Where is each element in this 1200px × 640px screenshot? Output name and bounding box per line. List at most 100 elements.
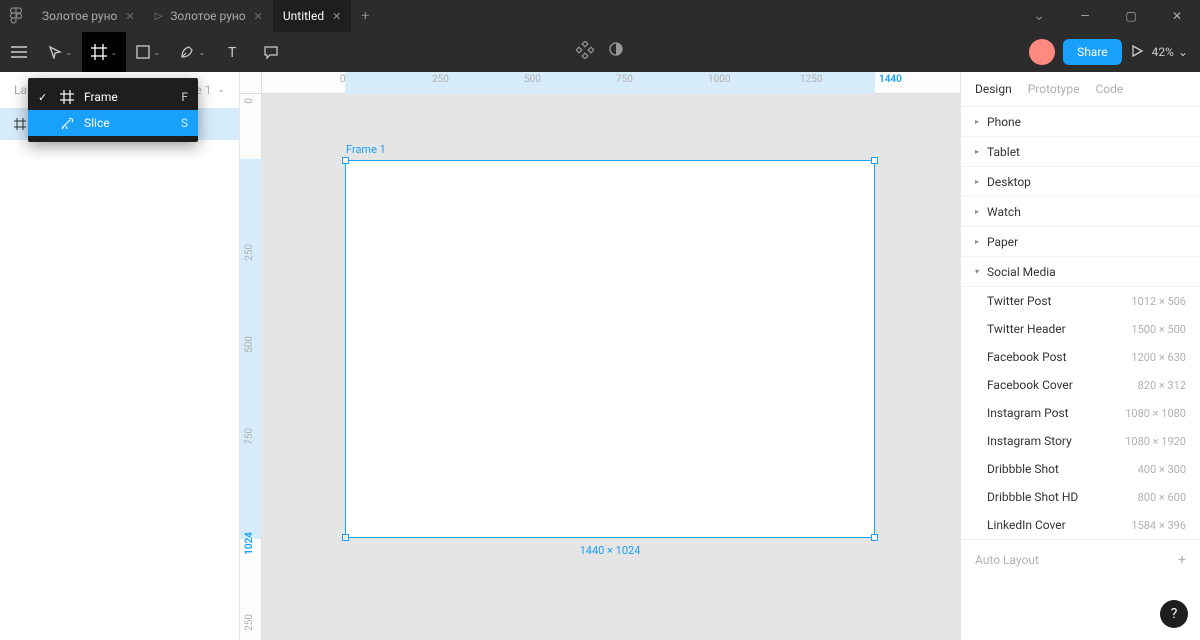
preset-item[interactable]: Dribbble Shot 400 × 300 <box>961 455 1200 483</box>
preset-name: Twitter Post <box>987 294 1051 308</box>
preset-dim: 1584 × 396 <box>1131 519 1186 532</box>
preset-name: LinkedIn Cover <box>987 518 1066 532</box>
resize-handle-nw[interactable] <box>342 157 349 164</box>
preset-section-label: Social Media <box>987 265 1056 279</box>
preset-name: Facebook Cover <box>987 378 1073 392</box>
toolbar: ⌄ ⌄ ⌄ ⌄ T Share 42% ⌄ <box>0 32 1200 72</box>
frame-tool[interactable]: ⌄ <box>82 32 126 72</box>
chevron-right-icon <box>975 147 979 156</box>
preset-section-paper[interactable]: Paper <box>961 227 1200 257</box>
add-icon[interactable]: + <box>1178 552 1186 568</box>
auto-layout-section[interactable]: Auto Layout + <box>961 539 1200 580</box>
mask-icon[interactable] <box>608 41 624 63</box>
preset-dim: 800 × 600 <box>1138 491 1186 504</box>
chevron-right-icon <box>975 117 979 126</box>
frame-1[interactable]: Frame 1 1440 × 1024 <box>345 160 875 538</box>
resize-handle-ne[interactable] <box>871 157 878 164</box>
check-icon: ✓ <box>38 91 50 104</box>
preset-dim: 1200 × 630 <box>1131 351 1186 364</box>
left-panel: La Page 1 ⌄ Frame 1 ✓ Frame F Slice S <box>0 72 240 640</box>
chevron-down-icon: ⌄ <box>217 85 225 95</box>
dropdown-item-slice[interactable]: Slice S <box>28 110 198 136</box>
present-button[interactable] <box>1130 43 1144 62</box>
chevron-down-icon: ⌄ <box>1178 45 1188 59</box>
tab-file-2[interactable]: ▷ Золотое руно ✕ <box>145 0 273 32</box>
preset-dim: 1012 × 506 <box>1131 295 1186 308</box>
preset-section-label: Tablet <box>987 145 1020 159</box>
close-icon[interactable]: ✕ <box>125 10 134 23</box>
minimize-button[interactable]: — <box>1062 0 1108 32</box>
help-button[interactable]: ? <box>1160 600 1188 628</box>
frame-tool-dropdown: ✓ Frame F Slice S <box>28 78 198 142</box>
tab-code[interactable]: Code <box>1095 82 1123 96</box>
close-icon[interactable]: ✕ <box>332 10 341 23</box>
comment-tool[interactable] <box>252 32 290 72</box>
ruler-horizontal: 0 250 500 750 1000 1250 1440 17 <box>262 72 960 94</box>
shape-tool[interactable]: ⌄ <box>126 32 170 72</box>
canvas[interactable]: 0 250 500 750 1000 1250 1440 17 0 250 50… <box>240 72 960 640</box>
dropdown-label: Frame <box>84 90 118 104</box>
frame-label[interactable]: Frame 1 <box>346 143 386 156</box>
chevron-right-icon <box>975 177 979 186</box>
tab-design[interactable]: Design <box>975 82 1012 96</box>
preset-section-label: Paper <box>987 235 1018 249</box>
resize-handle-se[interactable] <box>871 534 878 541</box>
ruler-corner <box>240 72 262 94</box>
preset-name: Twitter Header <box>987 322 1066 336</box>
preset-item[interactable]: Facebook Post 1200 × 630 <box>961 343 1200 371</box>
preset-section-label: Watch <box>987 205 1021 219</box>
tab-label: Золотое руно <box>170 9 245 23</box>
preset-section-phone[interactable]: Phone <box>961 107 1200 137</box>
text-tool[interactable]: T <box>214 32 252 72</box>
preset-dim: 400 × 300 <box>1138 463 1186 476</box>
figma-logo-icon[interactable] <box>0 7 32 25</box>
preset-section-label: Desktop <box>987 175 1031 189</box>
preset-item[interactable]: Twitter Header 1500 × 500 <box>961 315 1200 343</box>
tab-file-1[interactable]: Золотое руно ✕ <box>32 0 145 32</box>
main-menu-button[interactable] <box>0 32 38 72</box>
chevron-right-icon <box>975 237 979 246</box>
dropdown-item-frame[interactable]: ✓ Frame F <box>28 84 198 110</box>
close-icon[interactable]: ✕ <box>254 10 263 23</box>
preset-section-desktop[interactable]: Desktop <box>961 167 1200 197</box>
tab-prototype[interactable]: Prototype <box>1028 82 1080 96</box>
resize-handle-sw[interactable] <box>342 534 349 541</box>
panel-tab-hint: La <box>14 83 27 97</box>
window-dropdown[interactable]: ⌄ <box>1016 0 1062 32</box>
preset-section-watch[interactable]: Watch <box>961 197 1200 227</box>
preset-name: Dribbble Shot <box>987 462 1059 476</box>
new-tab-button[interactable]: + <box>351 8 379 24</box>
chevron-down-icon: ⌄ <box>111 48 118 57</box>
share-button[interactable]: Share <box>1063 39 1122 65</box>
preset-dim: 1500 × 500 <box>1131 323 1186 336</box>
avatar[interactable] <box>1029 39 1055 65</box>
move-tool[interactable]: ⌄ <box>38 32 82 72</box>
maximize-button[interactable]: ▢ <box>1108 0 1154 32</box>
preset-item[interactable]: Dribbble Shot HD800 × 600 <box>961 483 1200 511</box>
preset-section-label: Phone <box>987 115 1021 129</box>
tab-label: Untitled <box>283 9 324 23</box>
chevron-right-icon <box>975 207 979 216</box>
preset-item[interactable]: LinkedIn Cover 1584 × 396 <box>961 511 1200 539</box>
right-panel-tabs: Design Prototype Code <box>961 72 1200 107</box>
preset-item[interactable]: Twitter Post 1012 × 506 <box>961 287 1200 315</box>
chevron-down-icon: ⌄ <box>199 48 206 57</box>
tab-label: Золотое руно <box>42 9 117 23</box>
close-window-button[interactable]: ✕ <box>1154 0 1200 32</box>
preset-name: Facebook Post <box>987 350 1067 364</box>
preset-name: Instagram Story <box>987 434 1072 448</box>
zoom-control[interactable]: 42% ⌄ <box>1152 45 1188 59</box>
preset-section-tablet[interactable]: Tablet <box>961 137 1200 167</box>
pen-tool[interactable]: ⌄ <box>170 32 214 72</box>
components-icon[interactable] <box>576 41 594 63</box>
right-panel: Design Prototype Code Phone Tablet Desktop… <box>960 72 1200 640</box>
preset-section-social-media[interactable]: Social Media <box>961 257 1200 287</box>
dropdown-shortcut: F <box>181 90 188 104</box>
preset-dim: 1080 × 1920 <box>1125 435 1186 448</box>
preset-item[interactable]: Facebook Cover820 × 312 <box>961 371 1200 399</box>
preset-item[interactable]: Instagram Story 1080 × 1920 <box>961 427 1200 455</box>
play-icon: ▷ <box>155 11 163 22</box>
preset-item[interactable]: Instagram Post1080 × 1080 <box>961 399 1200 427</box>
tab-file-3[interactable]: Untitled ✕ <box>273 0 351 32</box>
preset-dim: 1080 × 1080 <box>1125 407 1186 420</box>
